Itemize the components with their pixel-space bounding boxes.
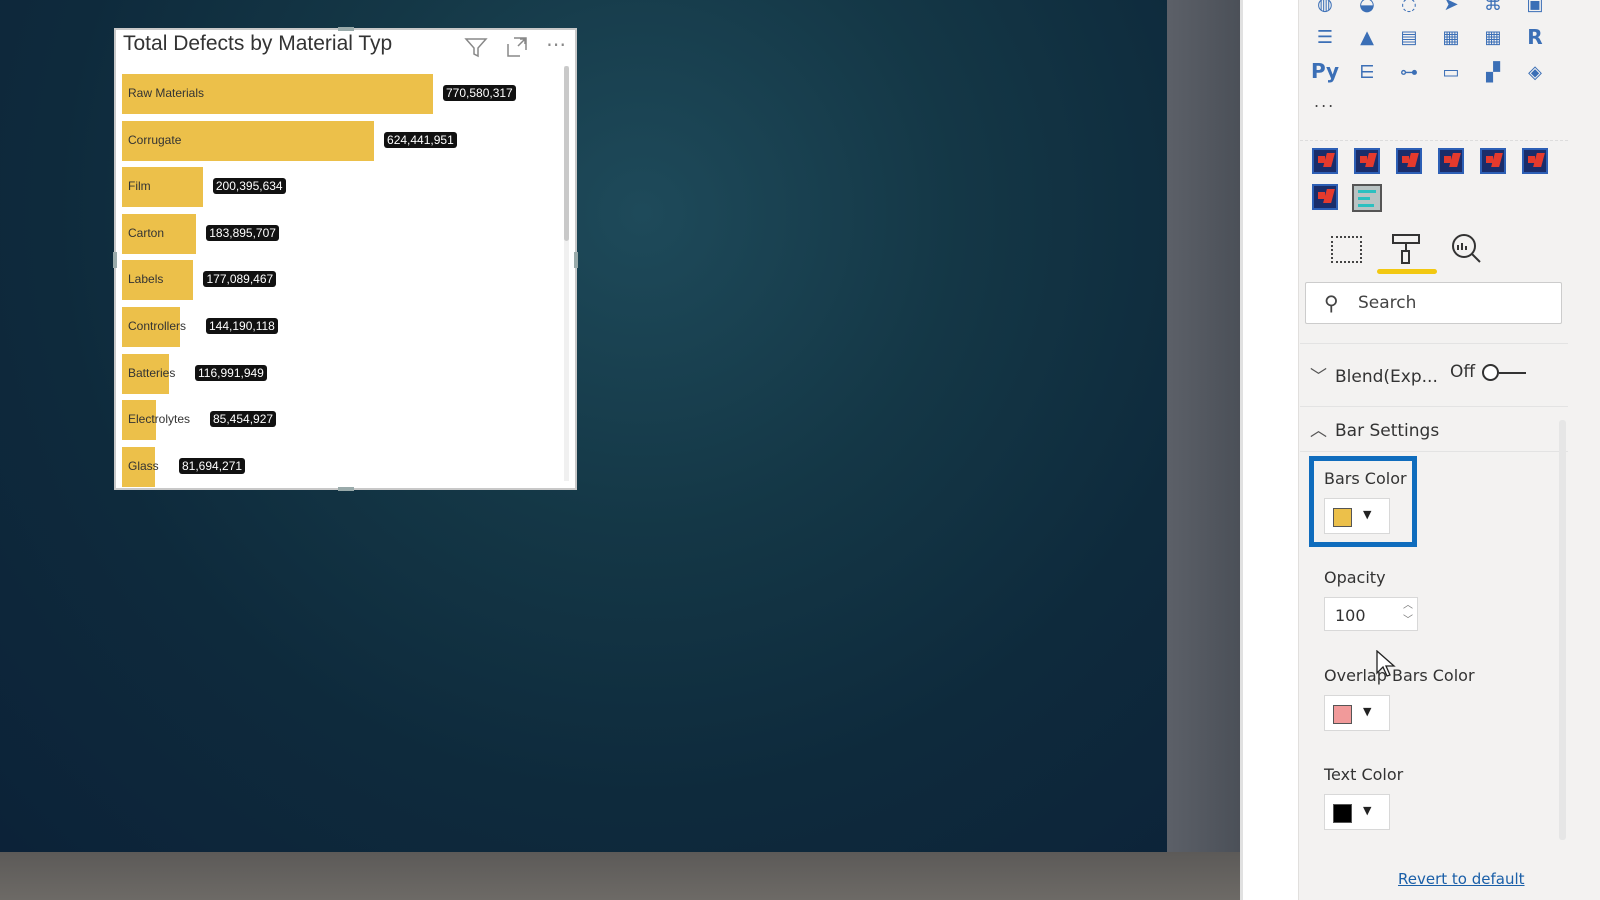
custom-visual-icon[interactable]	[1480, 148, 1506, 174]
color-swatch	[1333, 705, 1352, 724]
data-label: 200,395,634	[212, 178, 286, 195]
custom-visual-icon[interactable]	[1312, 148, 1338, 174]
category-label: Controllers	[128, 319, 187, 333]
visual-scrollbar[interactable]	[564, 66, 569, 481]
search-input[interactable]: ⚲ Search	[1305, 282, 1562, 324]
custom-visual-icon[interactable]	[1396, 148, 1422, 174]
category-label: Batteries	[128, 365, 176, 380]
custom-visual-icon[interactable]	[1438, 148, 1464, 174]
data-label: 81,694,271	[179, 457, 246, 474]
globe-map-icon[interactable]: ◍	[1312, 0, 1338, 16]
text-color-picker[interactable]: ▼	[1324, 794, 1390, 830]
category-label: Carton	[128, 225, 165, 240]
bar-settings-label: Bar Settings	[1335, 421, 1440, 441]
power-apps-icon[interactable]: ◈	[1522, 60, 1548, 84]
python-visual-icon[interactable]: Py	[1311, 59, 1339, 83]
azure-map-icon[interactable]: ➤	[1438, 0, 1464, 16]
kpi-icon[interactable]: ▲	[1354, 25, 1380, 49]
fields-tab-icon[interactable]	[1331, 236, 1362, 263]
analytics-tab-icon[interactable]	[1450, 232, 1484, 266]
pane-scrollbar[interactable]	[1559, 420, 1566, 840]
search-placeholder: Search	[1358, 293, 1417, 313]
custom-visual-icon[interactable]	[1312, 184, 1338, 210]
bars-color-picker[interactable]: ▼	[1324, 498, 1390, 534]
caret-down-icon: ▼	[1363, 705, 1372, 718]
shape-map-icon[interactable]: ◌	[1396, 0, 1422, 16]
blend-section-header[interactable]: ﹀ Blend(Exp...	[1310, 362, 1438, 387]
custom-visual-icon[interactable]	[1522, 148, 1548, 174]
category-label: Raw Materials	[128, 86, 205, 100]
blend-toggle-state: Off	[1450, 362, 1476, 382]
bar-settings-section-header[interactable]: ︿ Bar Settings	[1310, 416, 1439, 441]
paginated-report-icon[interactable]: ▞	[1480, 60, 1506, 84]
format-paint-roller-icon[interactable]	[1390, 232, 1422, 266]
data-label: 624,441,951	[384, 131, 457, 148]
filled-map-icon[interactable]: ◒	[1354, 0, 1380, 16]
key-influencers-icon[interactable]: ⋿	[1354, 60, 1380, 84]
filters-pane-collapsed[interactable]	[1240, 0, 1298, 900]
caret-down-icon: ▼	[1363, 804, 1372, 817]
category-label: Film	[128, 179, 151, 194]
overlap-bars-color-label: Overlap Bars Color	[1324, 666, 1475, 685]
opacity-value: 100	[1335, 606, 1366, 625]
page-tabs-bar	[0, 852, 1240, 900]
data-label: 183,895,707	[206, 224, 279, 241]
data-label: 116,991,949	[195, 364, 267, 381]
color-swatch	[1333, 508, 1352, 527]
caret-down-icon: ▼	[1363, 508, 1372, 521]
resize-handle[interactable]	[574, 252, 578, 268]
overlap-bars-color-picker[interactable]: ▼	[1324, 695, 1390, 731]
text-color-label: Text Color	[1324, 765, 1404, 784]
slicer-icon[interactable]: ▤	[1396, 25, 1422, 49]
table-icon[interactable]: ▦	[1438, 25, 1464, 49]
custom-visual-icon[interactable]	[1354, 148, 1380, 174]
data-label: 177,089,467	[203, 271, 277, 288]
bars-color-label: Bars Color	[1324, 469, 1407, 488]
matrix-icon[interactable]: ▦	[1480, 25, 1506, 49]
category-label: Corrugate	[128, 132, 182, 147]
data-label: 770,580,317	[443, 85, 516, 101]
color-swatch	[1333, 804, 1352, 823]
data-label: 144,190,118	[206, 318, 278, 334]
blend-label: Blend(Exp...	[1335, 367, 1438, 387]
text-filter-visual-icon[interactable]	[1352, 184, 1382, 212]
opacity-input[interactable]: 100 ︿ ﹀	[1324, 597, 1418, 631]
multirow-card-icon[interactable]: ☰	[1312, 25, 1338, 49]
arcgis-map-icon[interactable]: ⌘	[1480, 0, 1506, 16]
qna-icon[interactable]: ▭	[1438, 60, 1464, 84]
scroll-thumb[interactable]	[564, 66, 569, 241]
blend-toggle[interactable]	[1482, 364, 1528, 382]
category-label: Labels	[128, 272, 164, 287]
canvas-gutter	[1167, 0, 1240, 852]
category-label: Glass	[128, 458, 159, 473]
opacity-label: Opacity	[1324, 568, 1386, 587]
more-visuals-icon[interactable]: ...	[1314, 92, 1335, 111]
revert-to-default-link[interactable]: Revert to default	[1398, 870, 1525, 888]
data-label: 85,454,927	[210, 411, 277, 428]
active-tab-indicator	[1377, 269, 1437, 274]
bar-chart-visual[interactable]: Total Defects by Material Typ ⋯ Raw Mate…	[113, 27, 578, 491]
chevron-down-icon: ﹀	[1310, 367, 1327, 387]
decomposition-tree-icon[interactable]: ⊶	[1396, 60, 1422, 84]
category-label: Electrolytes	[128, 412, 191, 427]
r-visual-icon[interactable]: R	[1522, 25, 1548, 49]
search-icon: ⚲	[1324, 291, 1339, 315]
chevron-up-icon: ︿	[1310, 421, 1327, 441]
chart-plot: Raw Materials 770,580,317 Corrugate 624,441…	[116, 30, 556, 490]
image-icon[interactable]: ▣	[1522, 0, 1548, 16]
spinner-icon[interactable]: ︿ ﹀	[1403, 598, 1413, 628]
